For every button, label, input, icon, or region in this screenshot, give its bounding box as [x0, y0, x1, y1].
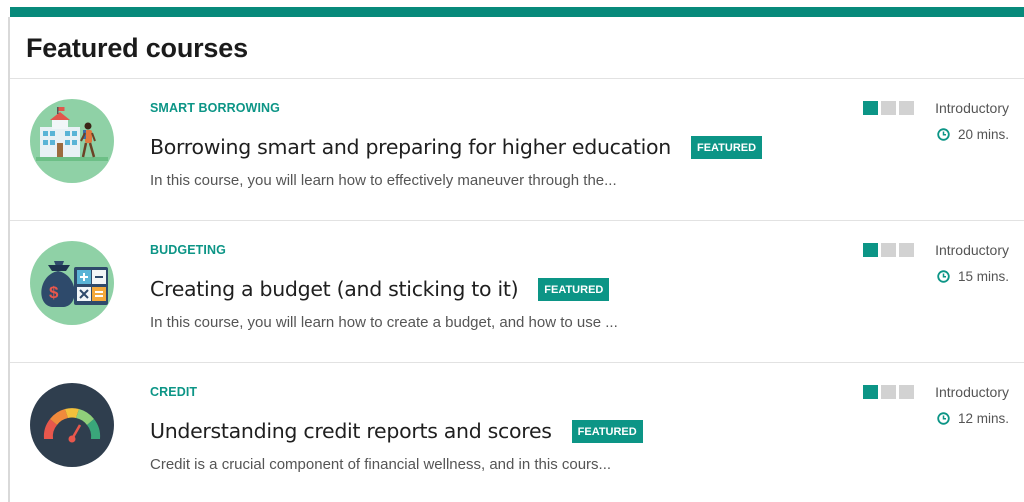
level-bar-empty	[881, 243, 896, 257]
school-building-icon[interactable]	[30, 99, 114, 183]
course-category: CREDIT	[150, 385, 198, 399]
duration-text: 15 mins.	[957, 269, 1009, 284]
page-title: Featured courses	[26, 33, 248, 63]
course-title-link[interactable]: Understanding credit reports and scores	[150, 419, 552, 443]
level-bar-empty	[881, 101, 896, 115]
level-bar-empty	[899, 385, 914, 399]
course-duration: 15 mins.	[937, 269, 1009, 284]
course-description: In this course, you will learn how to ef…	[150, 172, 617, 189]
section-header: Featured courses	[10, 17, 1024, 79]
money-bag-calculator-icon[interactable]: $	[30, 241, 114, 325]
featured-badge: FEATURED	[538, 277, 610, 301]
course-title-link[interactable]: Borrowing smart and preparing for higher…	[150, 135, 671, 159]
level-label: Introductory	[935, 100, 1009, 116]
level-bar-empty	[899, 243, 914, 257]
course-card-smart-borrowing[interactable]: SMART BORROWING Borrowing smart and prep…	[10, 79, 1024, 221]
clock-icon	[937, 128, 950, 141]
clock-icon	[937, 412, 950, 425]
duration-text: 12 mins.	[957, 411, 1009, 426]
level-indicator	[863, 385, 914, 399]
course-description: Credit is a crucial component of financi…	[150, 456, 612, 473]
svg-text:$: $	[49, 283, 59, 302]
level-bar-filled	[863, 385, 878, 399]
course-description: In this course, you will learn how to cr…	[150, 314, 618, 331]
level-indicator	[863, 101, 914, 115]
course-title-link[interactable]: Creating a budget (and sticking to it)	[150, 277, 519, 301]
clock-icon	[937, 270, 950, 283]
level-bar-filled	[863, 243, 878, 257]
course-category: SMART BORROWING	[150, 101, 280, 115]
credit-gauge-icon[interactable]	[30, 383, 114, 467]
duration-text: 20 mins.	[957, 127, 1009, 142]
level-bar-filled	[863, 101, 878, 115]
level-label: Introductory	[935, 384, 1009, 400]
level-indicator	[863, 243, 914, 257]
course-category: BUDGETING	[150, 243, 226, 257]
course-card-budgeting[interactable]: $ BUDGETING Creating a budget (and stick…	[10, 221, 1024, 363]
featured-badge: FEATURED	[690, 135, 763, 159]
level-label: Introductory	[935, 242, 1009, 258]
featured-badge: FEATURED	[571, 419, 643, 443]
level-bar-empty	[881, 385, 896, 399]
course-card-credit[interactable]: CREDIT Understanding credit reports and …	[10, 363, 1024, 502]
course-duration: 20 mins.	[937, 127, 1009, 142]
top-accent-bar	[10, 7, 1024, 17]
course-duration: 12 mins.	[937, 411, 1009, 426]
level-bar-empty	[899, 101, 914, 115]
